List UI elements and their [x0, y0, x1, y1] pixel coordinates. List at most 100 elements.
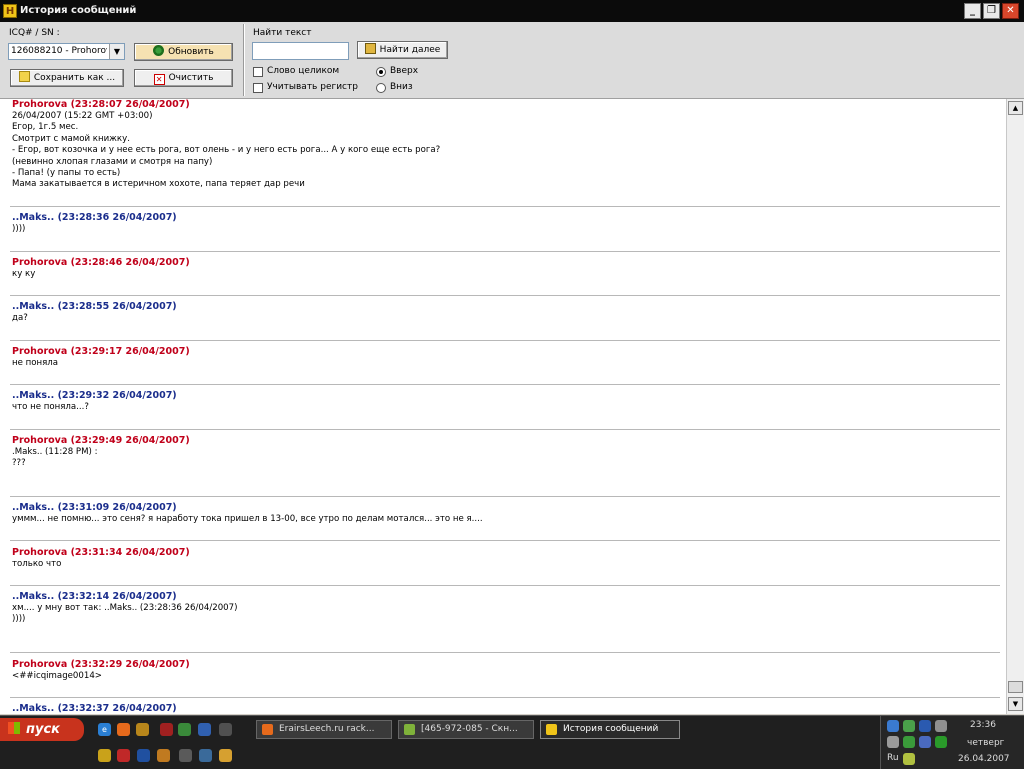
message-item: ..Maks.. (23:28:36 26/04/2007)))))	[12, 212, 1000, 235]
message-text: <##icqimage0014>	[12, 671, 103, 681]
scroll-thumb[interactable]	[1008, 681, 1023, 693]
task-label-2: [465-972-085 - Скн...	[421, 724, 518, 734]
system-tray: Ru 23:36 четверг 26.04.2007	[880, 716, 1024, 769]
app-icon-12[interactable]	[179, 749, 192, 762]
clear-label: Очистить	[168, 73, 214, 83]
app-icon-14[interactable]	[219, 749, 232, 762]
tray-icon-6[interactable]	[903, 736, 915, 748]
match-case-checkbox[interactable]	[253, 83, 263, 93]
find-text-input[interactable]	[252, 42, 349, 60]
message-text: не поняла	[12, 358, 59, 368]
app-icon-9[interactable]	[117, 749, 130, 762]
save-as-button[interactable]: Сохранить как ...	[10, 69, 124, 87]
message-divider	[10, 429, 1000, 430]
message-divider	[10, 206, 1000, 207]
tray-icon-3[interactable]	[919, 720, 931, 732]
message-text: - Егор, вот козочка и у нее есть рога, в…	[12, 145, 441, 156]
message-header: ..Maks.. (23:32:37 26/04/2007)	[12, 703, 177, 714]
message-text: - Папа! (у папы то есть)	[12, 168, 121, 179]
message-header: ..Maks.. (23:31:09 26/04/2007)	[12, 502, 177, 513]
message-text: уммм... не помню... это сеня? я наработу…	[12, 514, 483, 524]
message-divider	[10, 340, 1000, 341]
binoculars-icon	[364, 43, 376, 54]
message-header: Prohorova (23:29:49 26/04/2007)	[12, 435, 190, 446]
message-text: Егор, 1г.5 мес.	[12, 122, 79, 133]
message-history[interactable]: Prohorova (23:28:07 26/04/2007) 26/04/200…	[0, 99, 1006, 714]
message-text: ???	[12, 458, 26, 469]
window-title: История сообщений	[20, 5, 137, 16]
vertical-scrollbar[interactable]: ▲ ▼	[1006, 99, 1024, 714]
direction-down-radio[interactable]	[376, 83, 386, 93]
message-divider	[10, 540, 1000, 541]
tray-icon-2[interactable]	[903, 720, 915, 732]
match-case-label: Учитывать регистр	[267, 82, 358, 92]
task-button-2[interactable]: [465-972-085 - Скн...	[398, 720, 534, 739]
clock-day: четверг	[967, 738, 1005, 748]
message-header: Prohorova (23:31:34 26/04/2007)	[12, 547, 190, 558]
message-item: Prohorova (23:28:46 26/04/2007) ку ку	[12, 257, 1000, 280]
windows-logo-icon	[8, 722, 20, 734]
app-icon-7[interactable]	[219, 723, 232, 736]
refresh-icon	[153, 45, 165, 56]
message-item: Prohorova (23:31:34 26/04/2007) только чт…	[12, 547, 1000, 570]
whole-word-checkbox[interactable]	[253, 67, 263, 77]
contact-select-value: 126088210 - Prohorov	[11, 46, 107, 56]
message-divider	[10, 652, 1000, 653]
save-as-label: Сохранить как ...	[33, 73, 116, 83]
app-icon-10[interactable]	[137, 749, 150, 762]
firefox-icon	[262, 724, 273, 735]
message-header: ..Maks.. (23:32:14 26/04/2007)	[12, 591, 177, 602]
app-icon-5[interactable]	[178, 723, 191, 736]
start-button[interactable]: пуск	[0, 718, 84, 741]
close-button[interactable]: ✕	[1002, 3, 1019, 19]
find-text-label: Найти текст	[253, 28, 312, 38]
app-icon-3[interactable]	[136, 723, 149, 736]
ie-icon[interactable]: e	[98, 723, 111, 736]
task-label-1: ErairsLeech.ru rack...	[279, 724, 375, 734]
icq-label: ICQ# / SN :	[9, 28, 60, 38]
taskbar: пуск e ErairsLeech.ru rack... [465-972-0…	[0, 715, 1024, 769]
save-icon	[18, 71, 30, 82]
find-next-button[interactable]: Найти далее	[357, 41, 448, 59]
app-icon-6[interactable]	[198, 723, 211, 736]
app-icon-8[interactable]	[98, 749, 111, 762]
scroll-up-button[interactable]: ▲	[1008, 101, 1023, 115]
message-text: ))))	[12, 614, 26, 625]
message-divider	[10, 384, 1000, 385]
message-text: Смотрит с мамой книжку.	[12, 133, 130, 144]
app-icon: H	[3, 4, 17, 18]
message-item: ..Maks.. (23:28:55 26/04/2007) да?	[12, 301, 1000, 324]
start-label: пуск	[26, 722, 60, 737]
tray-icon-7[interactable]	[919, 736, 931, 748]
clear-button[interactable]: ✕ Очистить	[134, 69, 233, 87]
volume-icon[interactable]	[935, 720, 947, 732]
task-button-3[interactable]: История сообщений	[540, 720, 680, 739]
tray-icon-9[interactable]	[903, 753, 915, 765]
firefox-icon[interactable]	[117, 723, 130, 736]
tray-icon-5[interactable]	[887, 736, 899, 748]
direction-up-radio[interactable]	[376, 67, 386, 77]
scroll-down-button[interactable]: ▼	[1008, 697, 1023, 711]
clock-time[interactable]: 23:36	[970, 720, 996, 730]
message-divider	[10, 295, 1000, 296]
tray-icon-8[interactable]	[935, 736, 947, 748]
refresh-button[interactable]: Обновить	[134, 43, 233, 61]
tray-icon-1[interactable]	[887, 720, 899, 732]
language-indicator[interactable]: Ru	[887, 753, 899, 763]
history-icon	[546, 724, 557, 735]
message-divider	[10, 585, 1000, 586]
app-icon-4[interactable]	[160, 723, 173, 736]
message-text: что не поняла...?	[12, 402, 89, 412]
app-icon-13[interactable]	[199, 749, 212, 762]
task-button-1[interactable]: ErairsLeech.ru rack...	[256, 720, 392, 739]
app-icon-11[interactable]	[157, 749, 170, 762]
contact-select[interactable]: 126088210 - Prohorov ▼	[8, 43, 125, 60]
minimize-button[interactable]: _	[964, 3, 981, 19]
message-header: Prohorova (23:32:29 26/04/2007)	[12, 659, 190, 670]
maximize-button[interactable]: ❐	[983, 3, 1000, 19]
message-text: .Maks.. (11:28 PM) :	[12, 447, 98, 457]
message-header: Prohorova (23:28:07 26/04/2007)	[12, 99, 190, 110]
chevron-down-icon[interactable]: ▼	[109, 44, 124, 59]
message-divider	[10, 251, 1000, 252]
message-item: Prohorova (23:29:17 26/04/2007) не поняла	[12, 346, 1000, 369]
